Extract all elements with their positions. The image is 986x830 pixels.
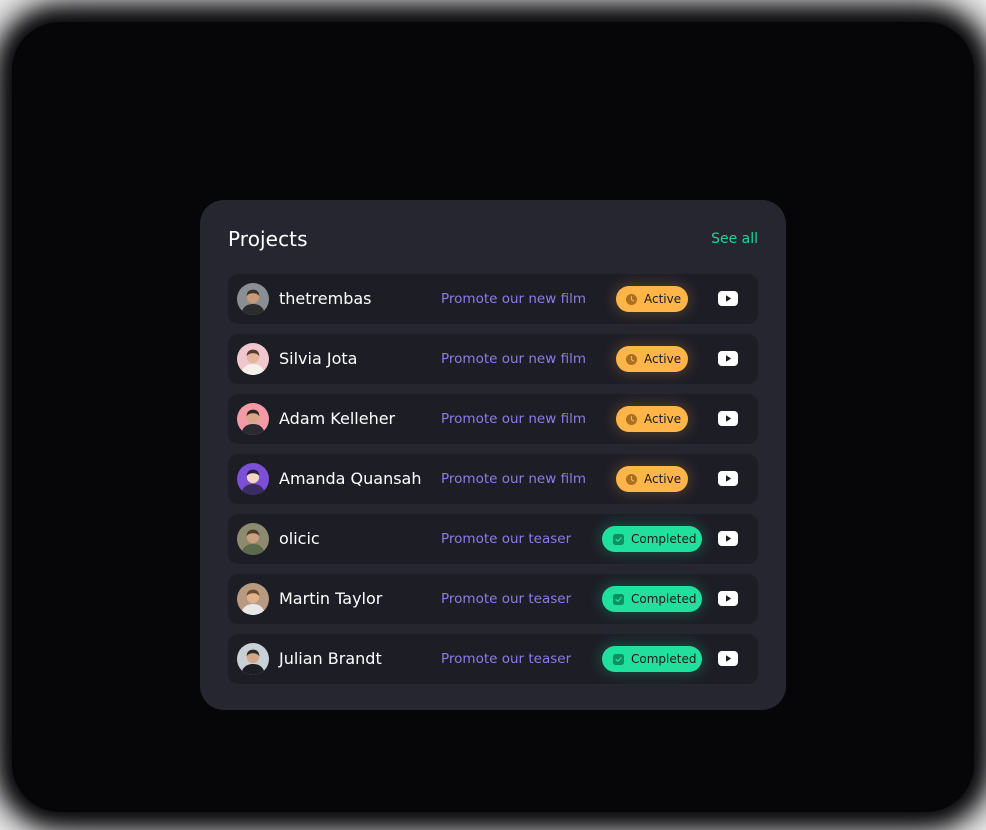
project-title: Promote our teaser [441, 591, 572, 607]
see-all-link[interactable]: See all [711, 231, 758, 247]
project-row[interactable]: thetrembas Promote our new film Active [228, 274, 758, 324]
avatar [237, 283, 269, 315]
status-label: Active [644, 472, 682, 486]
project-title: Promote our new film [441, 351, 586, 367]
check-icon [613, 593, 624, 605]
status-badge: Active [616, 286, 688, 312]
status-label: Completed [631, 592, 697, 606]
projects-list: thetrembas Promote our new film Active S… [228, 274, 758, 694]
user-name: Adam Kelleher [279, 409, 396, 428]
avatar [237, 343, 269, 375]
youtube-play-icon[interactable] [718, 291, 738, 306]
status-label: Active [644, 412, 682, 426]
status-label: Completed [631, 532, 697, 546]
youtube-play-icon[interactable] [718, 531, 738, 546]
status-badge: Completed [602, 526, 702, 552]
user-name: Martin Taylor [279, 589, 383, 608]
youtube-play-icon[interactable] [718, 351, 738, 366]
user-name: Amanda Quansah [279, 469, 422, 488]
avatar [237, 643, 269, 675]
projects-card: Projects See all thetrembas Promote our … [200, 200, 786, 710]
projects-title: Projects [228, 227, 308, 251]
project-title: Promote our teaser [441, 531, 572, 547]
status-label: Active [644, 292, 682, 306]
avatar [237, 403, 269, 435]
status-label: Active [644, 352, 682, 366]
project-row[interactable]: olicic Promote our teaser Completed [228, 514, 758, 564]
clock-icon [626, 353, 637, 365]
status-badge: Active [616, 466, 688, 492]
project-title: Promote our new film [441, 291, 586, 307]
project-row[interactable]: Martin Taylor Promote our teaser Complet… [228, 574, 758, 624]
status-label: Completed [631, 652, 697, 666]
user-name: Silvia Jota [279, 349, 358, 368]
avatar [237, 583, 269, 615]
youtube-play-icon[interactable] [718, 591, 738, 606]
check-icon [613, 653, 624, 665]
avatar [237, 523, 269, 555]
project-title: Promote our new film [441, 411, 586, 427]
youtube-play-icon[interactable] [718, 651, 738, 666]
status-badge: Active [616, 406, 688, 432]
project-row[interactable]: Silvia Jota Promote our new film Active [228, 334, 758, 384]
project-row[interactable]: Amanda Quansah Promote our new film Acti… [228, 454, 758, 504]
project-title: Promote our new film [441, 471, 586, 487]
user-name: Julian Brandt [279, 649, 382, 668]
clock-icon [626, 473, 637, 485]
check-icon [613, 533, 624, 545]
project-title: Promote our teaser [441, 651, 572, 667]
project-row[interactable]: Julian Brandt Promote our teaser Complet… [228, 634, 758, 684]
status-badge: Active [616, 346, 688, 372]
clock-icon [626, 293, 637, 305]
status-badge: Completed [602, 646, 702, 672]
youtube-play-icon[interactable] [718, 411, 738, 426]
user-name: thetrembas [279, 289, 372, 308]
project-row[interactable]: Adam Kelleher Promote our new film Activ… [228, 394, 758, 444]
user-name: olicic [279, 529, 320, 548]
clock-icon [626, 413, 637, 425]
status-badge: Completed [602, 586, 702, 612]
youtube-play-icon[interactable] [718, 471, 738, 486]
avatar [237, 463, 269, 495]
